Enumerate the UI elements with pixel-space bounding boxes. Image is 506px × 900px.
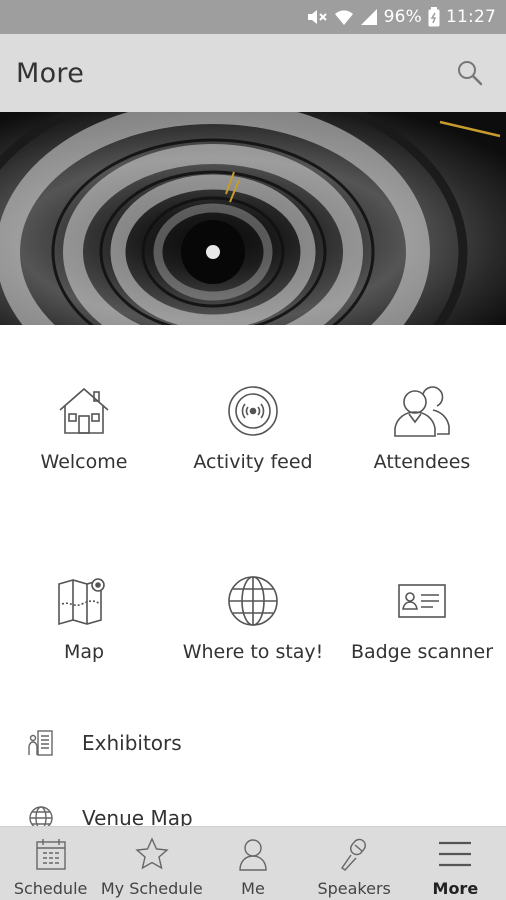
tile-label: Badge scanner [350,641,494,663]
clock: 11:27 [446,7,496,27]
page-title: More [16,57,85,89]
nav-me[interactable]: Me [202,827,303,898]
signal-icon [360,8,378,26]
tile-activity-feed[interactable]: Activity feed [169,381,337,473]
nav-more[interactable]: More [405,827,506,898]
list-item-label: Exhibitors [82,731,182,755]
status-bar: 96% 11:27 [0,0,506,34]
tile-label: Attendees [373,451,471,473]
tile-label: Map [63,641,105,663]
tile-label: Welcome [40,451,128,473]
tile-where-to-stay[interactable]: Where to stay! [169,571,337,663]
map-icon [58,578,105,626]
hero-image [0,112,506,325]
nav-label: Speakers [317,879,391,898]
tile-attendees[interactable]: Attendees [338,381,506,473]
tile-label: Activity feed [193,451,313,473]
globe-icon [228,576,278,626]
tile-map[interactable]: Map [0,571,168,663]
bottom-nav: Schedule My Schedule Me Speakers More [0,826,506,900]
nav-label: Me [241,879,265,898]
tile-welcome[interactable]: Welcome [0,381,168,473]
badge-icon [398,584,446,618]
star-icon [135,837,169,870]
list-item-exhibitors[interactable]: Exhibitors [0,715,506,771]
nav-label: More [432,879,479,898]
search-icon [458,61,483,86]
nav-my-schedule[interactable]: My Schedule [100,827,203,898]
wifi-icon [334,8,354,26]
nav-schedule[interactable]: Schedule [0,827,101,898]
activity-feed-icon [228,386,278,436]
battery-icon [428,7,440,27]
attendees-icon [394,386,450,437]
search-button[interactable] [450,53,490,93]
exhibitors-icon [28,730,53,756]
app-bar: More [0,34,506,112]
nav-speakers[interactable]: Speakers [304,827,405,898]
home-icon [59,387,109,434]
nav-label: My Schedule [100,879,203,898]
tile-label: Where to stay! [182,641,324,663]
tile-badge-scanner[interactable]: Badge scanner [338,571,506,663]
calendar-icon [35,839,66,870]
person-icon [239,839,267,871]
mute-icon [306,8,328,26]
menu-icon [439,841,472,867]
microphone-icon [341,838,367,871]
nav-label: Schedule [13,879,88,898]
battery-percent: 96% [383,7,422,27]
